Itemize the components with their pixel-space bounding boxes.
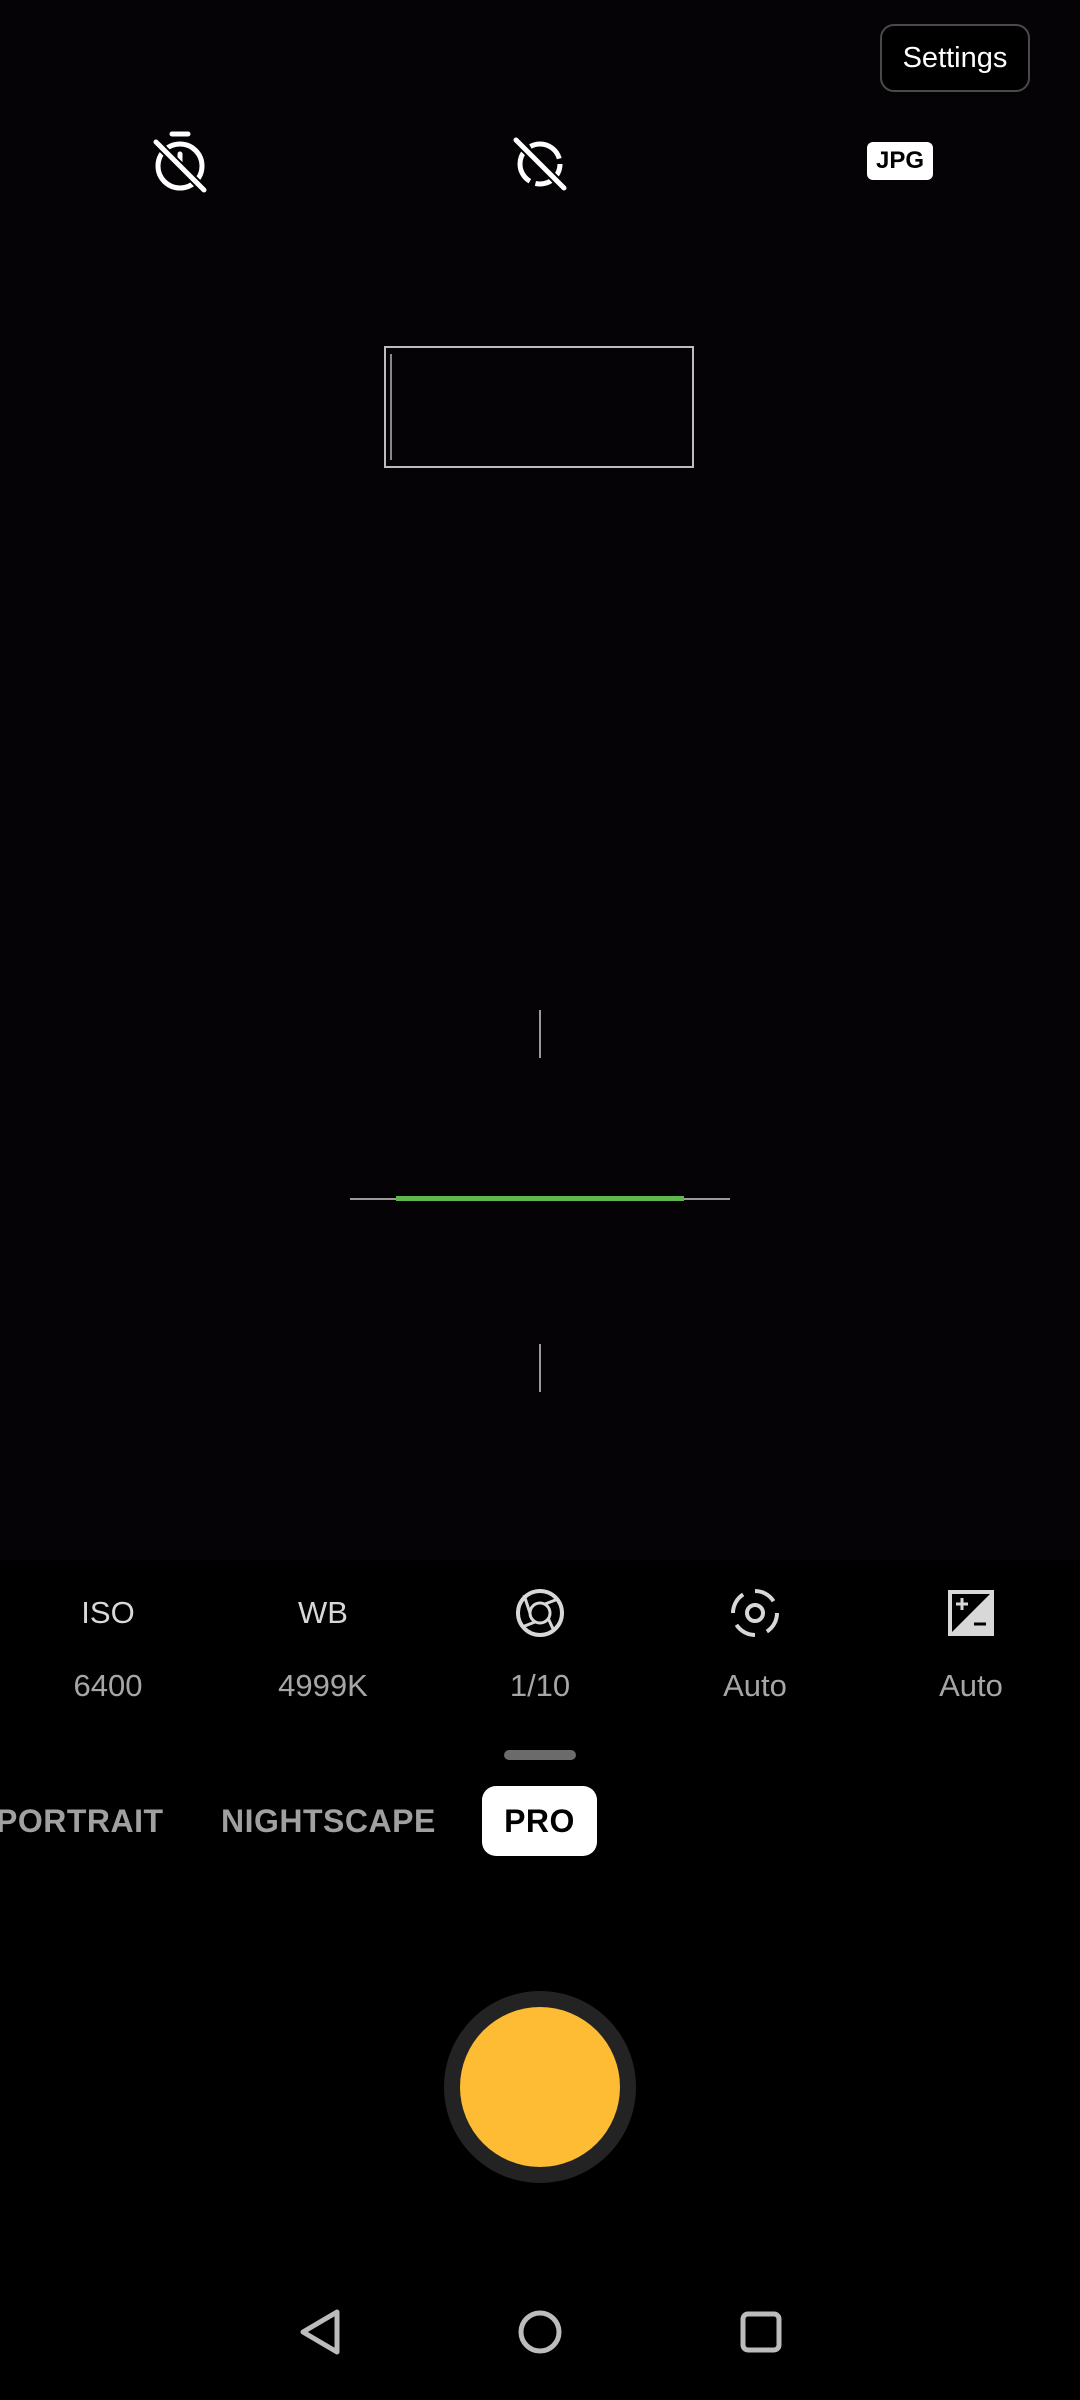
iso-value: 6400 (73, 1668, 143, 1703)
camera-viewfinder[interactable] (0, 0, 1080, 1560)
focus-frame (384, 346, 694, 468)
back-button[interactable] (290, 2302, 350, 2362)
focus-value: Auto (723, 1668, 787, 1703)
recents-square-icon (740, 2311, 782, 2353)
home-circle-icon (518, 2310, 562, 2354)
pro-param-wb[interactable]: WB 4999K (238, 1580, 408, 1704)
mode-portrait[interactable]: PORTRAIT (0, 1786, 164, 1856)
pro-param-focus[interactable]: Auto (670, 1580, 840, 1704)
level-tick-bottom (539, 1344, 541, 1392)
pro-param-exposure[interactable]: Auto (886, 1580, 1056, 1704)
wb-value: 4999K (278, 1668, 368, 1703)
settings-button[interactable]: Settings (880, 24, 1030, 92)
format-jpg-toggle[interactable]: JPG (867, 142, 933, 180)
level-tick-top (539, 1010, 541, 1058)
shutter-speed-value: 1/10 (509, 1668, 571, 1703)
shutter-button-inner (460, 2007, 620, 2167)
shutter-button[interactable] (444, 1991, 636, 2183)
exposure-icon (948, 1590, 994, 1636)
motion-off-icon[interactable] (508, 130, 572, 194)
level-indicator (396, 1196, 684, 1201)
mode-nightscape[interactable]: NIGHTSCAPE (221, 1786, 436, 1856)
timer-off-icon-graphic (152, 131, 208, 194)
wb-label: WB (298, 1595, 348, 1630)
iso-label: ISO (81, 1595, 135, 1630)
focus-icon (731, 1589, 779, 1637)
timer-off-icon[interactable] (148, 130, 212, 194)
recents-button[interactable] (731, 2302, 791, 2362)
aperture-shutter-icon (516, 1589, 564, 1637)
pro-param-shutter-speed[interactable]: 1/10 (455, 1580, 625, 1704)
motion-off-icon-graphic (512, 136, 568, 192)
pro-param-iso[interactable]: ISO 6400 (23, 1580, 193, 1704)
back-triangle-icon (300, 2309, 340, 2355)
drawer-handle[interactable] (504, 1750, 576, 1760)
exposure-value: Auto (939, 1668, 1003, 1703)
home-button[interactable] (510, 2302, 570, 2362)
mode-pro[interactable]: PRO (482, 1786, 597, 1856)
